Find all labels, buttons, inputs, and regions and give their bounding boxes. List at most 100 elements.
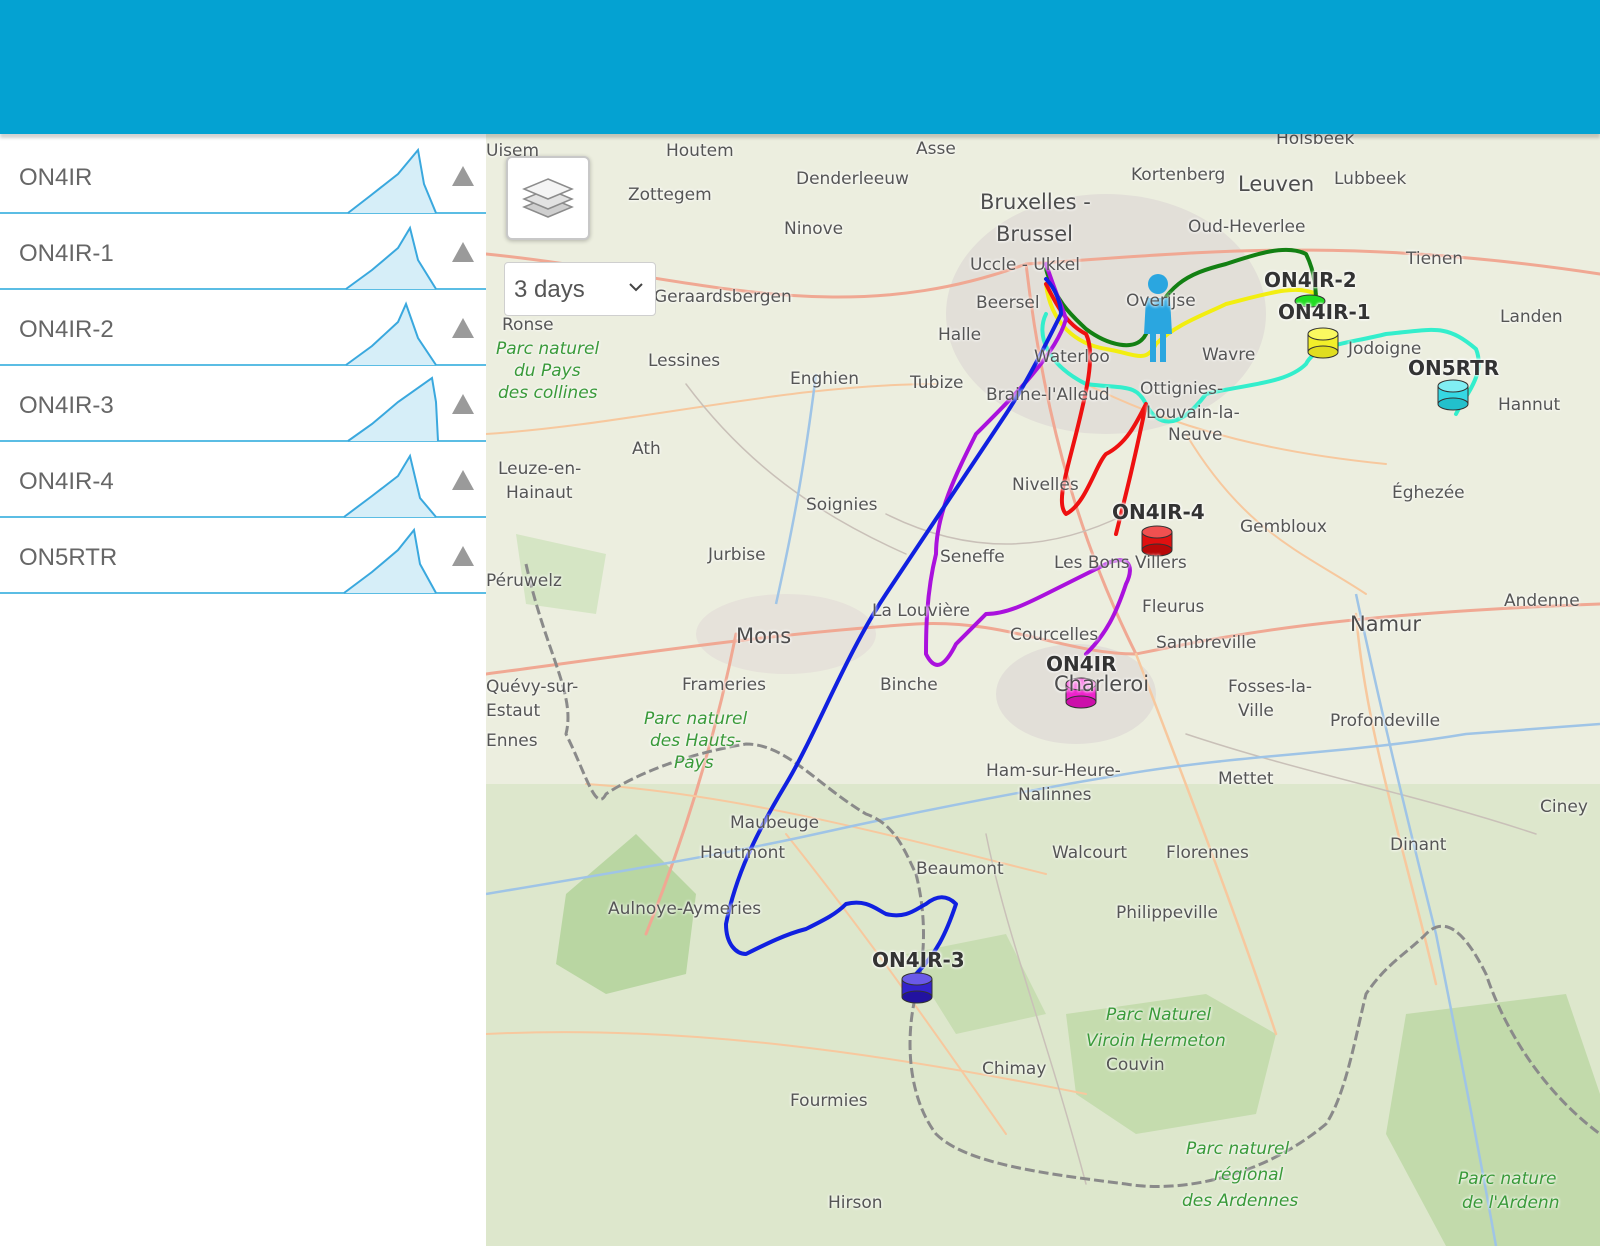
place-label: Profondeville <box>1330 711 1441 731</box>
activity-sparkline <box>343 453 437 518</box>
place-label: Dinant <box>1390 835 1447 855</box>
station-row-on4ir-4[interactable]: ON4IR-4 <box>0 442 486 518</box>
place-label: Couvin <box>1106 1055 1165 1075</box>
activity-sparkline <box>343 527 437 594</box>
activity-sparkline <box>347 376 439 442</box>
place-label: Ennes <box>486 731 538 751</box>
place-label: Nivelles <box>1012 475 1079 495</box>
place-label: Louvain-la- <box>1146 403 1240 423</box>
collapse-toggle-icon[interactable] <box>452 546 474 566</box>
park-label: Parc Naturel <box>1106 1005 1212 1025</box>
place-label: Ronse <box>502 315 554 335</box>
station-name: ON4IR-3 <box>19 392 114 419</box>
station-marker-on5rtr <box>1437 379 1469 411</box>
activity-sparkline <box>347 147 437 214</box>
chevron-down-icon <box>629 283 643 292</box>
time-range-select[interactable]: 3 days <box>504 262 656 316</box>
place-label: La Louvière <box>872 601 970 621</box>
station-row-on4ir-2[interactable]: ON4IR-2 <box>0 290 486 366</box>
activity-sparkline <box>345 225 437 290</box>
place-label: Bruxelles - <box>980 190 1091 214</box>
place-label: Leuven <box>1238 172 1315 196</box>
station-row-on4ir[interactable]: ON4IR <box>0 138 486 214</box>
place-label: Enghien <box>790 369 860 389</box>
place-label: Soignies <box>806 495 878 515</box>
place-label: Fosses-la- <box>1228 677 1313 697</box>
activity-sparkline <box>345 301 437 366</box>
station-name: ON4IR-1 <box>19 240 114 267</box>
place-label: Philippeville <box>1116 903 1218 923</box>
place-label: Quévy-sur- <box>486 677 579 697</box>
place-label: Seneffe <box>940 547 1005 567</box>
station-name: ON4IR-4 <box>19 468 114 495</box>
place-label: Ham-sur-Heure- <box>986 761 1121 781</box>
place-label: Hainaut <box>506 483 573 503</box>
place-label: Tubize <box>910 373 964 393</box>
time-range-value: 3 days <box>514 276 585 303</box>
park-label: des Ardennes <box>1182 1191 1299 1211</box>
place-label: Courcelles <box>1010 625 1099 645</box>
place-label: Péruwelz <box>486 571 562 591</box>
place-label: Waterloo <box>1034 347 1110 367</box>
park-label: Viroin Hermeton <box>1086 1031 1226 1051</box>
marker-label-on4ir-2: ON4IR-2 <box>1264 268 1357 292</box>
station-marker-on4ir-1 <box>1307 327 1339 359</box>
place-label: Beersel <box>976 293 1040 313</box>
place-label: Mettet <box>1218 769 1274 789</box>
place-label: Hannut <box>1498 395 1561 415</box>
place-label: Tienen <box>1406 249 1464 269</box>
station-name: ON4IR-2 <box>19 316 114 343</box>
place-label: Jurbise <box>708 545 766 565</box>
station-row-on4ir-3[interactable]: ON4IR-3 <box>0 366 486 442</box>
station-row-on5rtr[interactable]: ON5RTR <box>0 518 486 594</box>
place-label: Hautmont <box>700 843 786 863</box>
marker-label-on4ir-1: ON4IR-1 <box>1278 300 1371 324</box>
place-label: Ciney <box>1540 797 1588 817</box>
map-view[interactable]: Houtem Asse Kortenberg Leuven Lubbeek Ho… <box>486 134 1600 1246</box>
place-label: Beaumont <box>916 859 1004 879</box>
station-marker-on4ir-3 <box>901 972 933 1004</box>
collapse-toggle-icon[interactable] <box>452 470 474 490</box>
place-label: Leuze-en- <box>498 459 582 479</box>
place-label: Andenne <box>1504 591 1580 611</box>
place-label: Fleurus <box>1142 597 1205 617</box>
place-label: Hirson <box>828 1193 883 1213</box>
park-label: régional <box>1214 1165 1284 1185</box>
place-label: Zottegem <box>628 185 712 205</box>
place-label: Binche <box>880 675 938 695</box>
place-label: Florennes <box>1166 843 1249 863</box>
place-label: Ville <box>1238 701 1274 721</box>
collapse-toggle-icon[interactable] <box>452 242 474 262</box>
station-row-on4ir-1[interactable]: ON4IR-1 <box>0 214 486 290</box>
station-list: ON4IR ON4IR-1 ON4IR-2 ON4IR-3 ON4IR-4 ON… <box>0 138 486 1246</box>
place-label: Asse <box>916 139 956 159</box>
park-label: Pays <box>674 753 714 773</box>
place-label: Overijse <box>1126 291 1196 311</box>
park-label: de l'Ardenn <box>1462 1193 1560 1213</box>
place-label: Uccle - Ukkel <box>970 255 1080 275</box>
place-label: Maubeuge <box>730 813 820 833</box>
place-label: Ath <box>632 439 661 459</box>
place-label: Braine-l'Alleud <box>986 385 1110 405</box>
place-label: Fourmies <box>790 1091 868 1111</box>
place-label: Lessines <box>648 351 721 371</box>
place-label: Geraardsbergen <box>654 287 792 307</box>
place-label: Neuve <box>1168 425 1223 445</box>
place-label: Houtem <box>666 141 734 161</box>
collapse-toggle-icon[interactable] <box>452 394 474 414</box>
station-marker-on4ir-4 <box>1141 525 1173 557</box>
collapse-toggle-icon[interactable] <box>452 318 474 338</box>
park-label: des Hauts- <box>650 731 742 751</box>
place-label: Frameries <box>682 675 766 695</box>
layers-button[interactable] <box>506 156 590 240</box>
place-label: Wavre <box>1202 345 1256 365</box>
place-label: Sambreville <box>1156 633 1257 653</box>
place-label: Holsbeek <box>1276 134 1355 149</box>
marker-label-on4ir-3: ON4IR-3 <box>872 948 965 972</box>
marker-label-on4ir-4: ON4IR-4 <box>1112 500 1205 524</box>
collapse-toggle-icon[interactable] <box>452 166 474 186</box>
place-label: Namur <box>1350 612 1421 636</box>
place-label: Landen <box>1500 307 1563 327</box>
place-label: Aulnoye-Aymeries <box>608 899 762 919</box>
park-label: Parc naturel <box>644 709 748 729</box>
